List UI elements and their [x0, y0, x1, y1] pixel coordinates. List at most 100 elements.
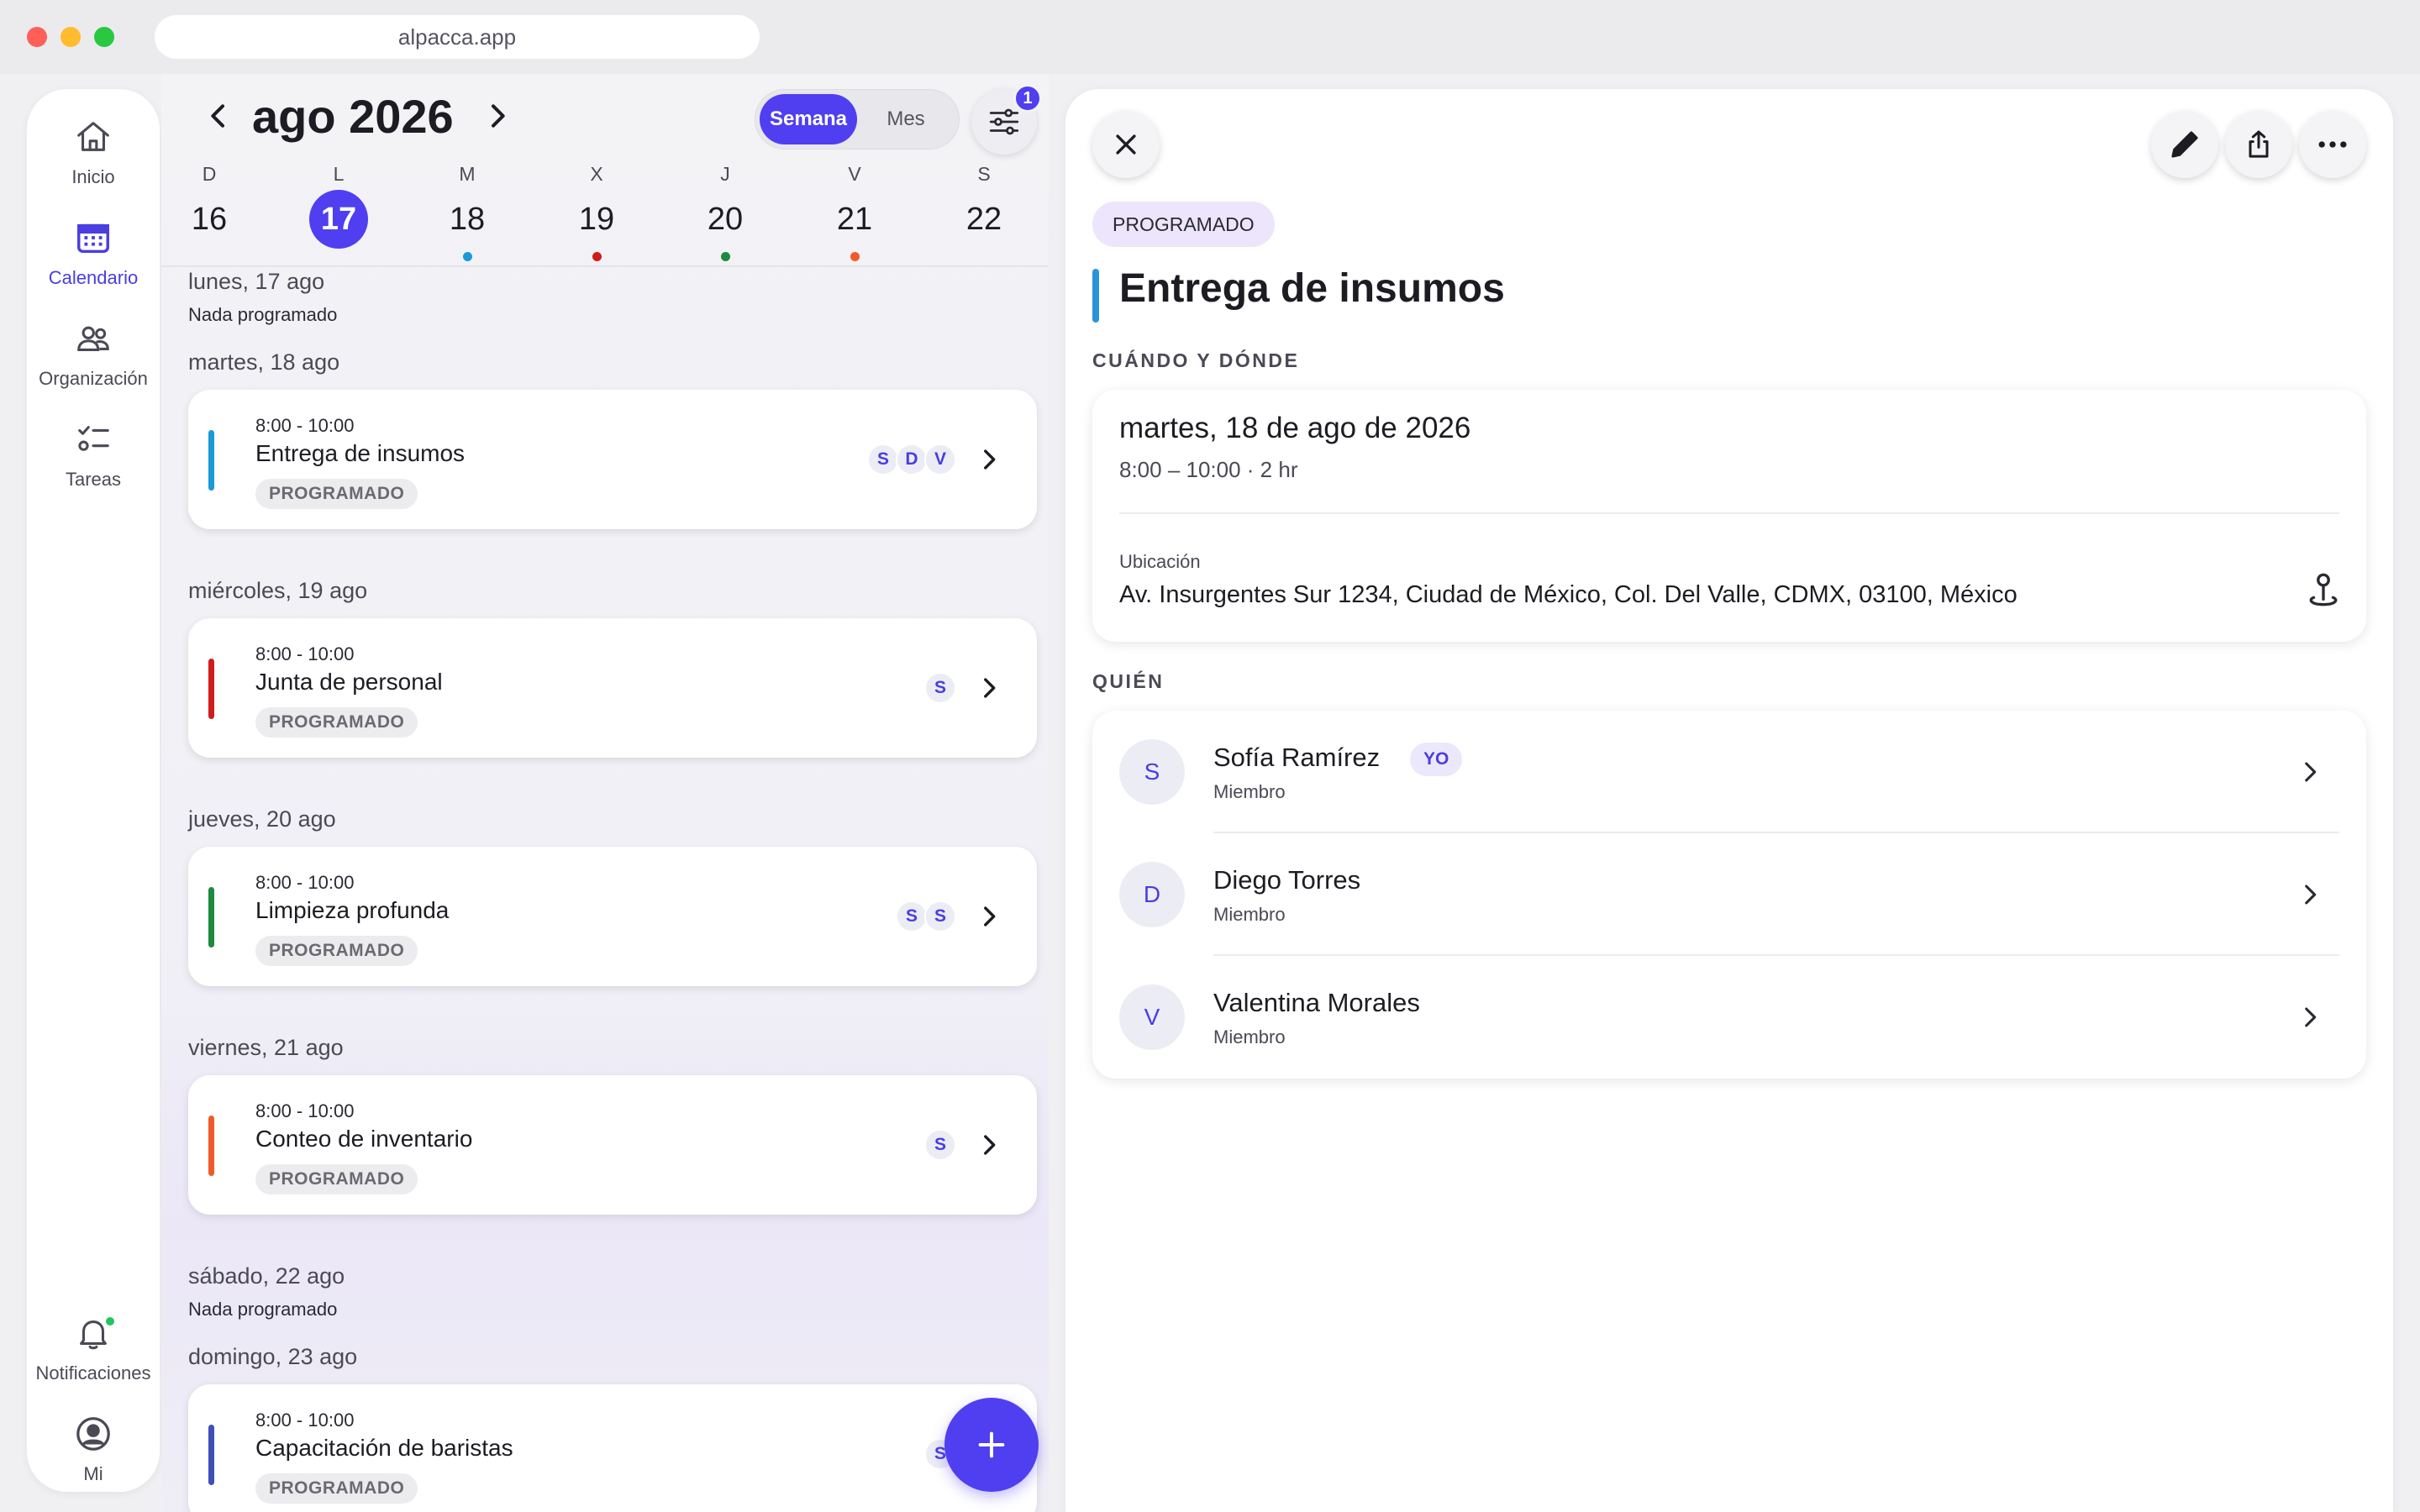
event-time: 8:00 - 10:00 — [255, 872, 355, 893]
sidebar-item-notificaciones[interactable]: Notificaciones — [27, 1314, 160, 1406]
day-column[interactable]: M 18 — [421, 158, 513, 267]
person-row[interactable]: S Sofía Ramírez YO Miembro — [1092, 711, 2366, 833]
event-card[interactable]: 8:00 - 10:00 Entrega de insumos PROGRAMADO… — [188, 390, 1037, 529]
event-dot — [850, 252, 860, 261]
zoom-window-button[interactable] — [94, 27, 114, 47]
map-pin-icon[interactable] — [2302, 570, 2344, 612]
weekday-letter: L — [333, 163, 345, 185]
month-title: ago 2026 — [252, 90, 454, 143]
event-time: 8:00 – 10:00 · 2 hr — [1119, 457, 1298, 482]
day-number: 22 — [965, 201, 1002, 237]
day-column[interactable]: J 20 — [679, 158, 771, 267]
minimize-window-button[interactable] — [60, 27, 81, 47]
sliders-icon — [989, 108, 1019, 135]
assignee-avatar: D — [896, 444, 928, 475]
when-where-card: martes, 18 de ago de 2026 8:00 – 10:00 ·… — [1092, 390, 2366, 642]
address-text: alpacca.app — [397, 24, 517, 50]
month-view-button[interactable]: Mes — [857, 94, 955, 144]
notification-dot — [104, 1315, 116, 1327]
sidebar-item-mi[interactable]: Mi — [27, 1415, 160, 1507]
weekday-letter: V — [848, 163, 861, 185]
event-card[interactable]: 8:00 - 10:00 Limpieza profunda PROGRAMADO S… — [188, 847, 1037, 986]
day-column[interactable]: X 19 — [550, 158, 643, 267]
event-card[interactable]: 8:00 - 10:00 Conteo de inventario PROGRAMA… — [188, 1075, 1037, 1215]
event-time: 8:00 - 10:00 — [255, 643, 355, 664]
chevron-right-icon — [2305, 1007, 2317, 1027]
person-role: Miembro — [1213, 1026, 1286, 1047]
assignee-avatar: S — [867, 444, 899, 475]
day-column[interactable]: V 21 — [808, 158, 901, 267]
pencil-icon — [2171, 131, 2198, 158]
person-role: Miembro — [1213, 781, 1286, 802]
event-color-bar — [208, 659, 214, 719]
event-dot — [463, 252, 472, 261]
weekday-letter: S — [977, 163, 991, 185]
agenda-date-heading: miércoles, 19 ago — [188, 578, 368, 603]
location-label: Ubicación — [1119, 551, 1201, 572]
agenda-list: lunes, 17 ago Nada programado martes, 18 a… — [161, 269, 1049, 1512]
close-icon — [1116, 134, 1136, 155]
more-options-button[interactable] — [2299, 111, 2366, 178]
event-date: martes, 18 de ago de 2026 — [1119, 412, 1471, 444]
day-column[interactable]: L 17 — [292, 158, 385, 267]
event-time: 8:00 - 10:00 — [255, 1100, 355, 1121]
sidebar-item-label: Calendario — [48, 267, 139, 288]
address-bar[interactable]: alpacca.app — [155, 15, 760, 59]
event-dot — [721, 252, 730, 261]
event-time: 8:00 - 10:00 — [255, 415, 355, 436]
close-detail-button[interactable] — [1092, 111, 1160, 178]
people-icon — [77, 326, 109, 351]
event-dot — [592, 252, 602, 261]
day-number: 21 — [836, 201, 873, 237]
person-row[interactable]: D Diego Torres Miembro — [1092, 833, 2366, 956]
sidebar-item-label: Inicio — [71, 166, 115, 187]
event-time: 8:00 - 10:00 — [255, 1410, 355, 1431]
empty-day-text: Nada programado — [188, 1299, 338, 1320]
sidebar-item-label: Notificaciones — [35, 1362, 151, 1383]
avatar: D — [1119, 862, 1185, 927]
sidebar: Inicio Calendario Organización Tareas No… — [27, 89, 160, 1492]
person-row[interactable]: V Valentina Morales Miembro — [1092, 956, 2366, 1079]
sidebar-item-tareas[interactable]: Tareas — [27, 420, 160, 512]
share-event-button[interactable] — [2225, 111, 2292, 178]
agenda-date-heading: jueves, 20 ago — [188, 806, 336, 832]
edit-event-button[interactable] — [2151, 111, 2218, 178]
status-badge: PROGRAMADO — [255, 1473, 418, 1504]
person-role: Miembro — [1213, 904, 1286, 925]
empty-day-text: Nada programado — [188, 304, 338, 325]
chevron-right-icon — [984, 906, 996, 927]
event-card[interactable]: 8:00 - 10:00 Capacitación de baristas PROG… — [188, 1384, 1037, 1512]
weekday-letter: X — [590, 163, 603, 185]
status-badge: PROGRAMADO — [255, 479, 418, 509]
sidebar-item-inicio[interactable]: Inicio — [27, 118, 160, 210]
assignee-avatars: S — [924, 1129, 956, 1161]
plus-icon — [978, 1431, 1005, 1458]
assignee-avatars: S — [924, 672, 956, 704]
event-color-bar — [208, 1116, 214, 1176]
chevron-right-icon — [2305, 762, 2317, 782]
sidebar-item-organizacion[interactable]: Organización — [27, 319, 160, 412]
sidebar-item-label: Organización — [39, 368, 148, 389]
sidebar-item-calendario[interactable]: Calendario — [27, 218, 160, 311]
week-view-button[interactable]: Semana — [760, 94, 857, 144]
calendar-header: ago 2026 Semana Mes 1 — [161, 74, 1049, 158]
filter-count-badge: 1 — [1013, 84, 1042, 113]
next-month-button[interactable] — [481, 99, 514, 133]
prev-month-button[interactable] — [202, 99, 235, 133]
assignee-avatar: S — [924, 672, 956, 704]
day-column[interactable]: D 16 — [163, 158, 255, 267]
add-event-button[interactable] — [944, 1398, 1039, 1492]
weekday-letter: J — [720, 163, 730, 185]
status-badge: PROGRAMADO — [255, 1164, 418, 1194]
chevron-right-icon — [2305, 885, 2317, 905]
person-name: Diego Torres — [1213, 865, 1361, 895]
home-icon — [77, 122, 109, 151]
event-card[interactable]: 8:00 - 10:00 Junta de personal PROGRAMADO S — [188, 618, 1037, 758]
you-badge: YO — [1410, 743, 1463, 776]
day-column[interactable]: S 22 — [938, 158, 1030, 267]
close-window-button[interactable] — [27, 27, 47, 47]
tasks-icon — [78, 426, 109, 451]
event-color-bar — [208, 887, 214, 948]
event-title: Limpieza profunda — [255, 897, 450, 923]
event-title: Conteo de inventario — [255, 1126, 473, 1152]
